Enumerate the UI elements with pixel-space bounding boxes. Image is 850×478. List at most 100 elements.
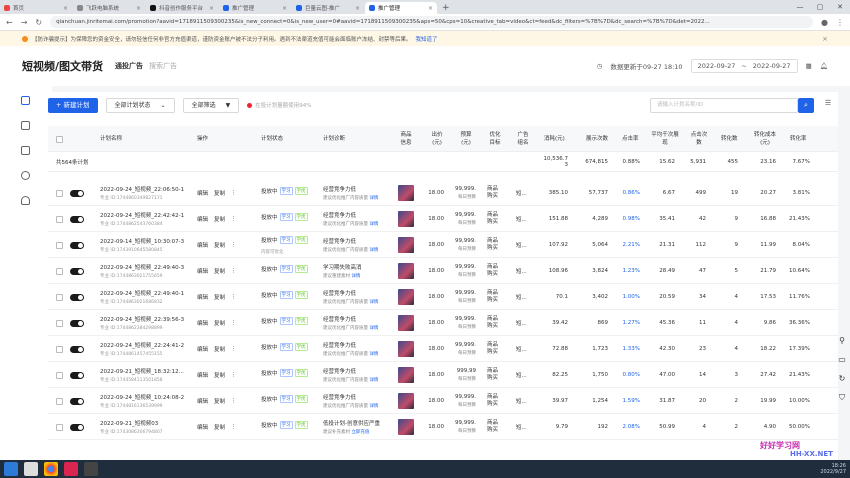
row-checkbox[interactable] xyxy=(56,180,63,206)
product-thumbnail[interactable] xyxy=(398,284,414,310)
col-cost[interactable]: 消耗(元) xyxy=(544,126,568,152)
col-status[interactable]: 计划状态 xyxy=(261,126,283,152)
bid-value[interactable]: 18.00 xyxy=(422,362,444,388)
browser-tab[interactable]: 抖音创作服务平台 × xyxy=(146,2,218,14)
more-icon[interactable]: ⋮ xyxy=(231,190,237,196)
plan-name-cell[interactable]: 2022-09-21_短视频03 专业 ID:1743086306794807 xyxy=(100,414,163,440)
row-checkbox[interactable] xyxy=(56,284,63,310)
plan-name-cell[interactable]: 2022-09-24_短视频_22:24:41-2 专业 ID:17448614… xyxy=(100,336,184,362)
diagnosis-detail-link[interactable]: 详情 xyxy=(369,378,378,383)
more-icon[interactable]: ⋮ xyxy=(231,398,237,404)
edit-link[interactable]: 编辑 xyxy=(197,189,208,197)
col-cpm[interactable]: 平均千次展现 xyxy=(651,126,679,152)
bid-value[interactable]: 18.00 xyxy=(422,414,444,440)
col-conv-rate[interactable]: 转化率 xyxy=(790,126,812,152)
plan-toggle[interactable] xyxy=(70,336,84,362)
product-thumbnail[interactable] xyxy=(398,414,414,440)
calendar-icon[interactable]: ▦ xyxy=(806,62,812,70)
plan-toggle[interactable] xyxy=(70,310,84,336)
col-clicks[interactable]: 点击次数 xyxy=(690,126,708,152)
ad-group[interactable]: 短... xyxy=(516,232,527,258)
plan-name-cell[interactable]: 2022-09-24_短视频_22:39:56-3 专业 ID:17448623… xyxy=(100,310,184,336)
diagnosis-detail-link[interactable]: 详情 xyxy=(369,196,378,201)
bid-value[interactable]: 18.00 xyxy=(422,388,444,414)
col-conv-cost[interactable]: 转化成本(元) xyxy=(754,126,776,152)
plan-toggle[interactable] xyxy=(70,232,84,258)
copy-link[interactable]: 复制 xyxy=(214,397,225,405)
col-goal[interactable]: 优化目标 xyxy=(487,126,503,152)
plan-name-cell[interactable]: 2022-09-21_短视频_18:32:12... 专业 ID:1744584… xyxy=(100,362,184,388)
sidebar-item-folder-icon[interactable] xyxy=(21,121,30,130)
more-icon[interactable]: ⋮ xyxy=(231,424,237,430)
table-row[interactable]: 2022-09-24_短视频_22:49:40-3 专业 ID:17448630… xyxy=(48,258,838,284)
browser-tab[interactable]: 巨量云图-推广 × xyxy=(292,2,364,14)
table-row[interactable]: 2022-09-24_短视频_22:39:56-3 专业 ID:17448623… xyxy=(48,310,838,336)
copy-link[interactable]: 复制 xyxy=(214,345,225,353)
back-icon[interactable]: ← xyxy=(6,18,13,27)
more-icon[interactable]: ⋮ xyxy=(231,346,237,352)
ad-group[interactable]: 短... xyxy=(516,310,527,336)
app-icon[interactable] xyxy=(64,462,78,476)
budget-cell[interactable]: 99,999. 每日预算 xyxy=(448,310,476,336)
product-thumbnail[interactable] xyxy=(398,206,414,232)
table-row[interactable]: 2022-09-24_短视频_22:42:42-1 专业 ID:17448625… xyxy=(48,206,838,232)
ad-group[interactable]: 短... xyxy=(516,284,527,310)
row-checkbox[interactable] xyxy=(56,258,63,284)
shield-icon[interactable]: ⛉ xyxy=(839,393,845,403)
copy-link[interactable]: 复制 xyxy=(214,189,225,197)
edit-link[interactable]: 编辑 xyxy=(197,371,208,379)
col-conversions[interactable]: 转化数 xyxy=(721,126,739,152)
plan-toggle[interactable] xyxy=(70,258,84,284)
plan-toggle[interactable] xyxy=(70,362,84,388)
copy-link[interactable]: 复制 xyxy=(214,319,225,327)
refresh-icon[interactable]: ↻ xyxy=(839,374,846,383)
close-window-icon[interactable]: ✕ xyxy=(830,0,850,14)
bid-value[interactable]: 18.00 xyxy=(422,206,444,232)
filter-button[interactable]: 全部筛选 ▼ xyxy=(182,97,240,113)
new-tab-icon[interactable]: + xyxy=(442,2,450,14)
diagnosis-detail-link[interactable]: 详情 xyxy=(369,300,378,305)
col-ad-group[interactable]: 广告组名 xyxy=(516,126,530,152)
edit-link[interactable]: 编辑 xyxy=(197,397,208,405)
browser-tab[interactable]: 飞跃电脑系统 × xyxy=(73,2,145,14)
more-icon[interactable]: ⋮ xyxy=(231,372,237,378)
bid-value[interactable]: 18.00 xyxy=(422,336,444,362)
diagnosis-detail-link[interactable]: 详情 xyxy=(351,274,360,279)
chat-icon[interactable]: ▭ xyxy=(838,355,846,364)
plan-name-cell[interactable]: 2022-09-24_短视频_22:49:40-1 专业 ID:17448630… xyxy=(100,284,184,310)
date-range-picker[interactable]: 2022-09-27 ~ 2022-09-27 xyxy=(690,59,798,73)
tab-search-ads[interactable]: 搜索广告 xyxy=(149,61,177,71)
col-impressions[interactable]: 展示次数 xyxy=(586,126,608,152)
table-row[interactable]: 2022-09-21_短视频_18:32:12... 专业 ID:1744584… xyxy=(48,362,838,388)
row-checkbox[interactable] xyxy=(56,336,63,362)
table-row[interactable]: 2022-09-21_短视频03 专业 ID:1743086306794807 … xyxy=(48,414,838,440)
budget-cell[interactable]: 99,999. 每日预算 xyxy=(448,284,476,310)
table-row[interactable]: 2022-09-24_短视频_22:06:50-1 专业 ID:17448603… xyxy=(48,180,838,206)
budget-cell[interactable]: 999,99 每日预算 xyxy=(448,362,476,388)
bell-icon[interactable]: 🔔︎ xyxy=(820,62,828,70)
close-tab-icon[interactable]: × xyxy=(355,5,360,12)
ad-group[interactable]: 短... xyxy=(516,362,527,388)
start-icon[interactable] xyxy=(4,462,18,476)
ad-group[interactable]: 短... xyxy=(516,336,527,362)
explorer-icon[interactable] xyxy=(24,462,38,476)
close-tab-icon[interactable]: × xyxy=(136,5,141,12)
browser-tab[interactable]: 首页 × xyxy=(0,2,72,14)
table-row[interactable]: 2022-09-24_短视频_22:24:41-2 专业 ID:17448614… xyxy=(48,336,838,362)
plan-toggle[interactable] xyxy=(70,180,84,206)
budget-cell[interactable]: 99,999. 每日预算 xyxy=(448,414,476,440)
diagnosis-detail-link[interactable]: 详情 xyxy=(369,404,378,409)
copy-link[interactable]: 复制 xyxy=(214,371,225,379)
plan-name-cell[interactable]: 2022-09-14_短视频_10:30:07-3 专业 ID:17439106… xyxy=(100,232,184,258)
table-row[interactable]: 2022-09-24_短视频_10:24:08-2 专业 ID:17448161… xyxy=(48,388,838,414)
product-thumbnail[interactable] xyxy=(398,336,414,362)
bid-value[interactable]: 18.00 xyxy=(422,180,444,206)
menu-icon[interactable]: ⋮ xyxy=(836,18,844,27)
system-clock[interactable]: 18:26 2022/9/27 xyxy=(820,463,846,475)
sidebar-item-tiktok-icon[interactable] xyxy=(21,171,30,180)
row-checkbox[interactable] xyxy=(56,310,63,336)
plan-name-cell[interactable]: 2022-09-24_短视频_10:24:08-2 专业 ID:17448161… xyxy=(100,388,184,414)
product-thumbnail[interactable] xyxy=(398,388,414,414)
col-budget[interactable]: 预算(元) xyxy=(458,126,474,152)
bid-value[interactable]: 18.00 xyxy=(422,284,444,310)
